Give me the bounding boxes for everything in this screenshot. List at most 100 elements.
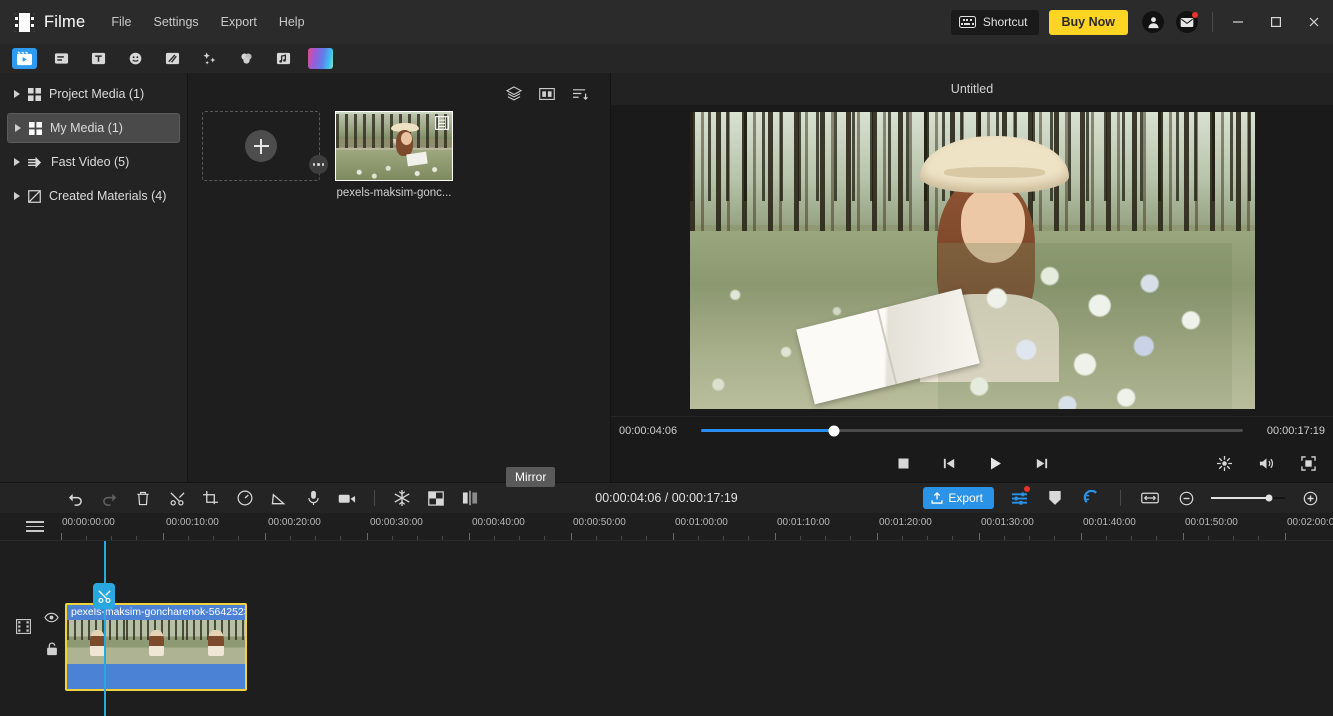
grid-view-icon[interactable] bbox=[538, 85, 555, 102]
filme-logo-icon bbox=[14, 12, 35, 32]
voiceover-icon[interactable] bbox=[302, 487, 324, 509]
color-tool-icon[interactable] bbox=[308, 48, 333, 69]
video-type-icon bbox=[434, 115, 449, 130]
timeline-zoom-slider[interactable] bbox=[1211, 494, 1285, 502]
timeline-right-tools: Export bbox=[923, 486, 1321, 509]
preview-progress-slider[interactable] bbox=[701, 425, 1243, 436]
titlebar-divider bbox=[1212, 12, 1213, 32]
mail-badge bbox=[1192, 12, 1198, 18]
sidebar-item-project-media[interactable]: Project Media (1) bbox=[7, 79, 180, 109]
magnet-snap-icon[interactable] bbox=[1080, 487, 1102, 509]
video-track[interactable]: pexels-maksim-goncharenok-5642523 bbox=[60, 603, 1333, 693]
layers-icon[interactable] bbox=[505, 85, 522, 102]
slash-square-icon bbox=[28, 189, 41, 203]
delete-icon[interactable] bbox=[132, 487, 154, 509]
account-icon[interactable] bbox=[1142, 11, 1164, 33]
menu-file[interactable]: File bbox=[111, 15, 131, 29]
sidebar-item-fast-video[interactable]: Fast Video (5) bbox=[7, 147, 180, 177]
sticker-tool-icon[interactable] bbox=[123, 48, 148, 69]
minimize-button[interactable] bbox=[1219, 0, 1257, 44]
preview-right-icons bbox=[1213, 452, 1319, 474]
ruler-tick: 00:02:00:00 bbox=[1287, 517, 1333, 528]
timeline-clip[interactable]: pexels-maksim-goncharenok-5642523 bbox=[65, 603, 247, 691]
chevron-right-icon bbox=[15, 124, 21, 132]
progress-knob[interactable] bbox=[828, 425, 840, 436]
zoom-knob[interactable] bbox=[1265, 494, 1273, 502]
buy-now-button[interactable]: Buy Now bbox=[1048, 9, 1128, 35]
mixer-icon[interactable] bbox=[1008, 486, 1030, 509]
green-screen-icon[interactable] bbox=[425, 487, 447, 509]
more-options-icon[interactable] bbox=[309, 155, 328, 174]
export-button[interactable]: Export bbox=[923, 487, 994, 509]
media-item[interactable]: pexels-maksim-gonc... bbox=[335, 111, 453, 199]
ruler-tick: 00:01:50:00 bbox=[1185, 517, 1238, 528]
title-bar: Filme File Settings Export Help Shortcut… bbox=[0, 0, 1333, 44]
mail-icon[interactable] bbox=[1176, 11, 1198, 33]
zoom-in-icon[interactable] bbox=[1299, 487, 1321, 509]
ruler-tick: 00:01:30:00 bbox=[981, 517, 1034, 528]
timeline-body[interactable]: pexels-maksim-goncharenok-5642523 bbox=[0, 541, 1333, 716]
stop-button[interactable] bbox=[892, 452, 914, 474]
fullscreen-icon[interactable] bbox=[1297, 452, 1319, 474]
preview-stage[interactable] bbox=[611, 105, 1333, 416]
track-header-gutter bbox=[0, 541, 60, 716]
close-button[interactable] bbox=[1295, 0, 1333, 44]
sidebar-label: Fast Video (5) bbox=[51, 155, 130, 169]
video-preview-frame[interactable] bbox=[689, 112, 1255, 409]
toolbar-divider bbox=[374, 490, 375, 506]
snapshot-icon[interactable] bbox=[1213, 452, 1235, 474]
volume-icon[interactable] bbox=[1255, 452, 1277, 474]
sidebar-item-created-materials[interactable]: Created Materials (4) bbox=[7, 181, 180, 211]
shortcut-button[interactable]: Shortcut bbox=[950, 9, 1039, 35]
sidebar-item-my-media[interactable]: My Media (1) bbox=[7, 113, 180, 143]
menu-settings[interactable]: Settings bbox=[154, 15, 199, 29]
previous-frame-button[interactable] bbox=[938, 452, 960, 474]
media-tool-icon[interactable] bbox=[12, 48, 37, 69]
split-icon[interactable] bbox=[166, 487, 188, 509]
menu-export[interactable]: Export bbox=[221, 15, 257, 29]
arrow-fast-icon bbox=[28, 156, 42, 168]
ruler-tick: 00:00:10:00 bbox=[166, 517, 219, 528]
effect-tool-icon[interactable] bbox=[197, 48, 222, 69]
split-at-playhead-button[interactable] bbox=[93, 583, 115, 609]
eye-icon[interactable] bbox=[44, 610, 59, 628]
mirror-icon[interactable] bbox=[459, 487, 481, 509]
menu-help[interactable]: Help bbox=[279, 15, 305, 29]
zoom-out-icon[interactable] bbox=[1175, 487, 1197, 509]
lock-icon[interactable] bbox=[46, 642, 58, 661]
play-button[interactable] bbox=[984, 452, 1006, 474]
next-frame-button[interactable] bbox=[1030, 452, 1052, 474]
text-tool-icon[interactable] bbox=[86, 48, 111, 69]
redo-icon[interactable] bbox=[98, 487, 120, 509]
timeline-ruler[interactable]: 00:00:00:00 00:00:10:00 00:00:20:00 00:0… bbox=[0, 513, 1333, 541]
record-screen-icon[interactable] bbox=[336, 487, 358, 509]
app-name: Filme bbox=[44, 12, 86, 31]
fit-timeline-icon[interactable] bbox=[1139, 487, 1161, 509]
plus-icon bbox=[245, 130, 277, 162]
marker-icon[interactable] bbox=[1044, 487, 1066, 509]
preview-scrubber-row: 00:00:04:06 00:00:17:19 bbox=[611, 416, 1333, 444]
playhead-line bbox=[104, 541, 106, 716]
sidebar-label: My Media (1) bbox=[50, 121, 123, 135]
freeze-frame-icon[interactable] bbox=[391, 487, 413, 509]
transition-tool-icon[interactable] bbox=[160, 48, 185, 69]
grid-icon bbox=[29, 121, 42, 135]
speed-icon[interactable] bbox=[234, 487, 256, 509]
add-media-button[interactable] bbox=[202, 111, 328, 181]
template-tool-icon[interactable] bbox=[49, 48, 74, 69]
keyboard-icon bbox=[958, 16, 976, 28]
chevron-right-icon bbox=[14, 90, 20, 98]
audio-tool-icon[interactable] bbox=[271, 48, 296, 69]
preview-total-time: 00:00:17:19 bbox=[1266, 424, 1325, 437]
ruler-tick: 00:00:20:00 bbox=[268, 517, 321, 528]
crop-icon[interactable] bbox=[200, 487, 222, 509]
sidebar-label: Created Materials (4) bbox=[49, 189, 167, 203]
media-thumbnail[interactable] bbox=[335, 111, 453, 181]
color-adjust-icon[interactable] bbox=[268, 487, 290, 509]
film-track-icon bbox=[16, 619, 32, 639]
filter-tool-icon[interactable] bbox=[234, 48, 259, 69]
undo-icon[interactable] bbox=[64, 487, 86, 509]
maximize-button[interactable] bbox=[1257, 0, 1295, 44]
timeline-menu-icon[interactable] bbox=[26, 521, 44, 532]
sort-icon[interactable] bbox=[571, 85, 588, 102]
